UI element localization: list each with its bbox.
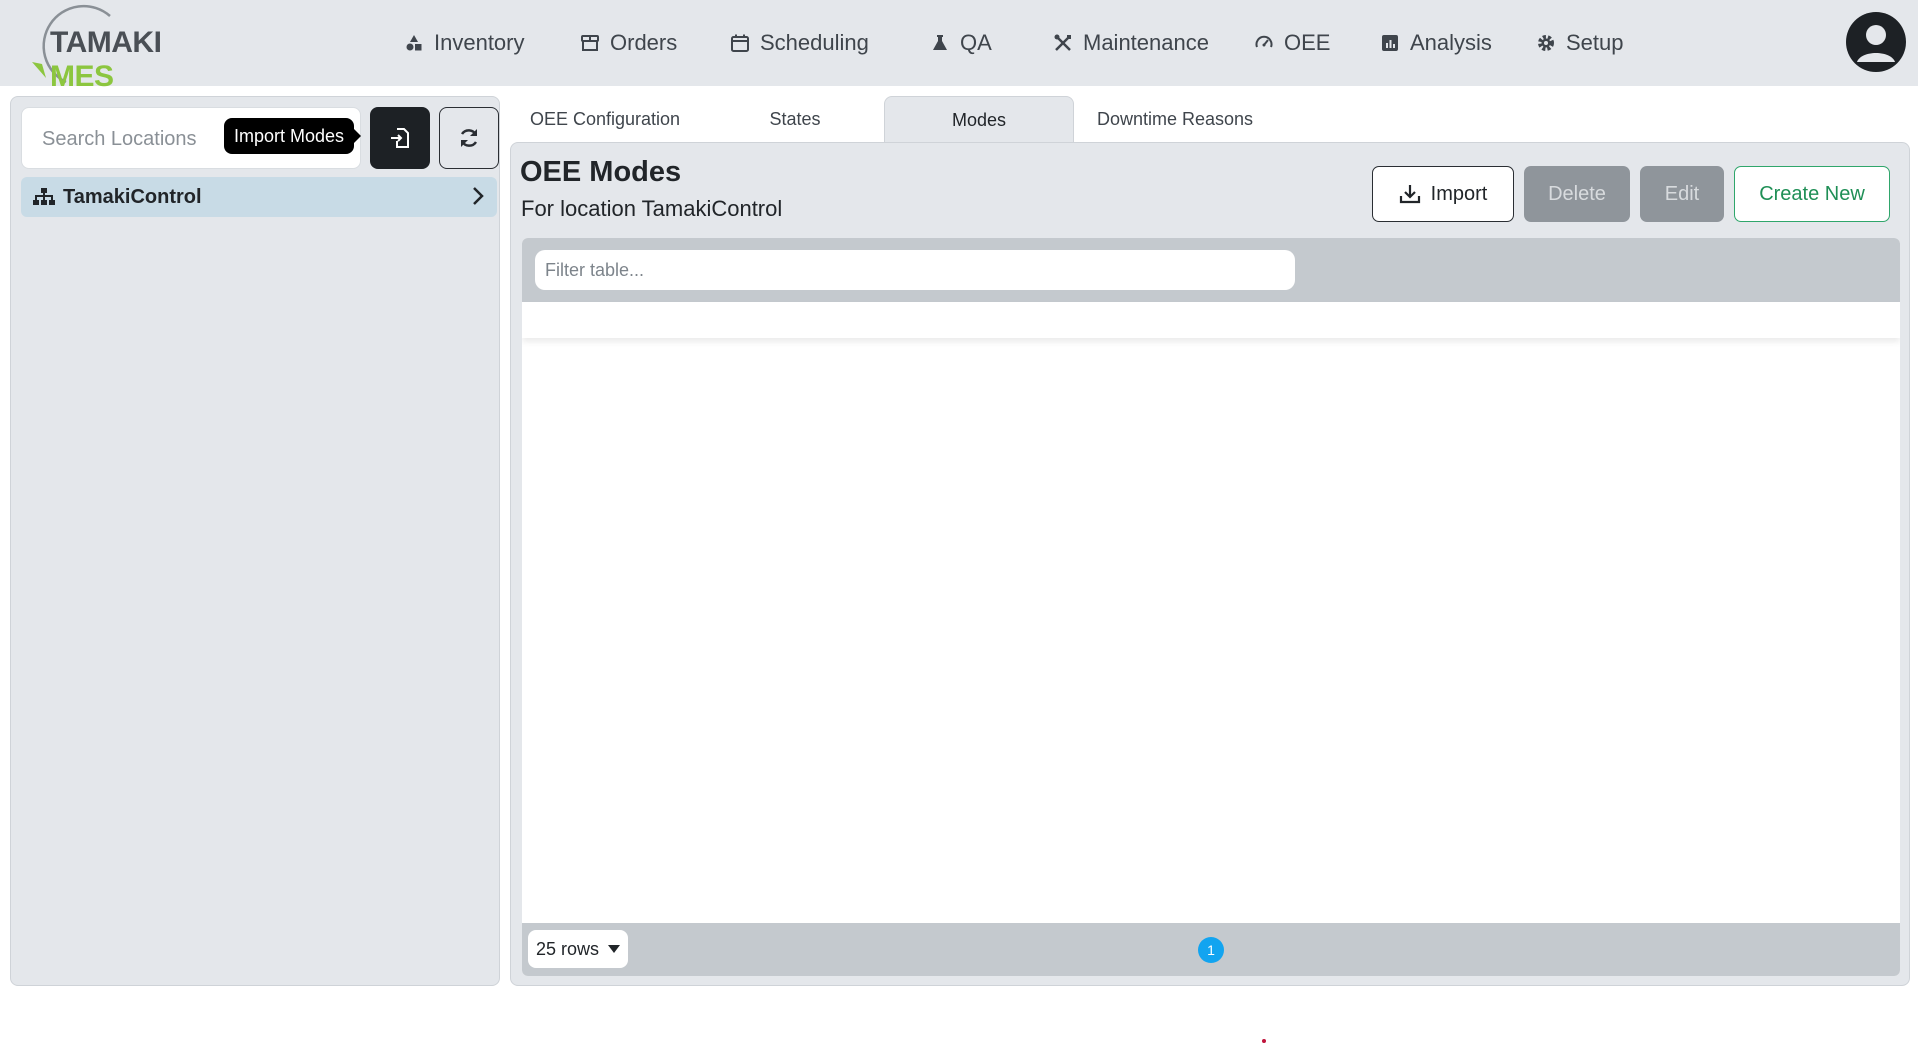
nav-item-inventory[interactable]: Inventory xyxy=(404,26,525,60)
nav-item-setup[interactable]: Setup xyxy=(1536,26,1624,60)
gauge-icon xyxy=(1255,35,1273,48)
flask-icon xyxy=(933,35,947,50)
user-avatar[interactable] xyxy=(1846,12,1906,72)
import-modes-button[interactable] xyxy=(370,107,430,169)
import-modes-tooltip: Import Modes xyxy=(224,118,362,154)
nav-label: OEE xyxy=(1284,30,1331,55)
nav-label: Setup xyxy=(1566,30,1624,55)
page-number-button[interactable]: 1 xyxy=(1198,937,1224,963)
nav-item-orders[interactable]: Orders xyxy=(580,26,677,60)
nav-label: QA xyxy=(960,30,992,55)
nav-item-qa[interactable]: QA xyxy=(930,26,992,60)
logo-word-mes: MES xyxy=(50,60,114,93)
chart-square-icon xyxy=(1382,35,1398,51)
table-header-row xyxy=(522,302,1900,338)
nav-item-oee[interactable]: OEE xyxy=(1254,26,1330,60)
chevron-right-icon xyxy=(473,187,484,205)
tab-modes[interactable]: Modes xyxy=(884,96,1074,144)
table-toolbar xyxy=(522,238,1900,302)
nav-label: Maintenance xyxy=(1083,30,1209,55)
edit-button[interactable]: Edit xyxy=(1640,166,1724,222)
nav-item-analysis[interactable]: Analysis xyxy=(1380,26,1492,60)
search-locations-input[interactable] xyxy=(30,116,230,162)
location-sidebar: Import Modes TamakiControl xyxy=(10,96,500,986)
modes-table: 25 rows 1 xyxy=(522,238,1900,976)
top-navigation-bar: TAMAKI MES Inventory Orders Scheduling Q… xyxy=(0,0,1918,93)
tree-item-label: TamakiControl xyxy=(63,185,202,208)
nav-label: Analysis xyxy=(1410,30,1492,55)
tree-item-tamakicontrol[interactable]: TamakiControl xyxy=(21,177,497,217)
delete-button[interactable]: Delete xyxy=(1524,166,1630,222)
gear-icon xyxy=(1538,35,1554,51)
nav-label: Inventory xyxy=(434,30,525,55)
user-icon xyxy=(1857,25,1895,62)
file-import-icon xyxy=(391,128,409,148)
rows-per-page-value: 25 rows xyxy=(536,938,600,959)
sitemap-icon xyxy=(33,188,55,205)
cursor-dot xyxy=(1262,1039,1266,1043)
refresh-icon xyxy=(460,129,478,147)
tab-states[interactable]: States xyxy=(710,96,880,142)
refresh-locations-button[interactable] xyxy=(439,107,499,169)
download-icon xyxy=(1399,185,1420,204)
calendar-icon xyxy=(731,34,749,52)
logo-text: TAMAKI MES xyxy=(50,26,198,94)
import-button[interactable]: Import xyxy=(1372,166,1514,222)
caret-down-icon xyxy=(608,945,620,953)
nav-item-maintenance[interactable]: Maintenance xyxy=(1053,26,1209,60)
filter-table-input[interactable] xyxy=(535,250,1295,290)
store-icon xyxy=(581,35,599,51)
nav-label: Scheduling xyxy=(760,30,869,55)
table-footer: 25 rows 1 xyxy=(522,923,1900,976)
tools-icon xyxy=(1054,34,1071,51)
shapes-icon xyxy=(406,35,422,51)
page-title: OEE Modes xyxy=(520,156,682,188)
import-button-label: Import xyxy=(1430,182,1488,205)
nav-item-scheduling[interactable]: Scheduling xyxy=(730,26,869,60)
tab-downtime-reasons[interactable]: Downtime Reasons xyxy=(1080,96,1270,142)
page-subtitle: For location TamakiControl xyxy=(521,196,783,221)
nav-label: Orders xyxy=(610,30,678,55)
create-new-button[interactable]: Create New xyxy=(1734,166,1890,222)
rows-per-page-select[interactable]: 25 rows xyxy=(528,930,628,968)
tamaki-logo[interactable]: TAMAKI MES xyxy=(18,2,198,93)
logo-word-tamaki: TAMAKI xyxy=(50,26,162,59)
tab-oee-configuration[interactable]: OEE Configuration xyxy=(510,96,700,142)
